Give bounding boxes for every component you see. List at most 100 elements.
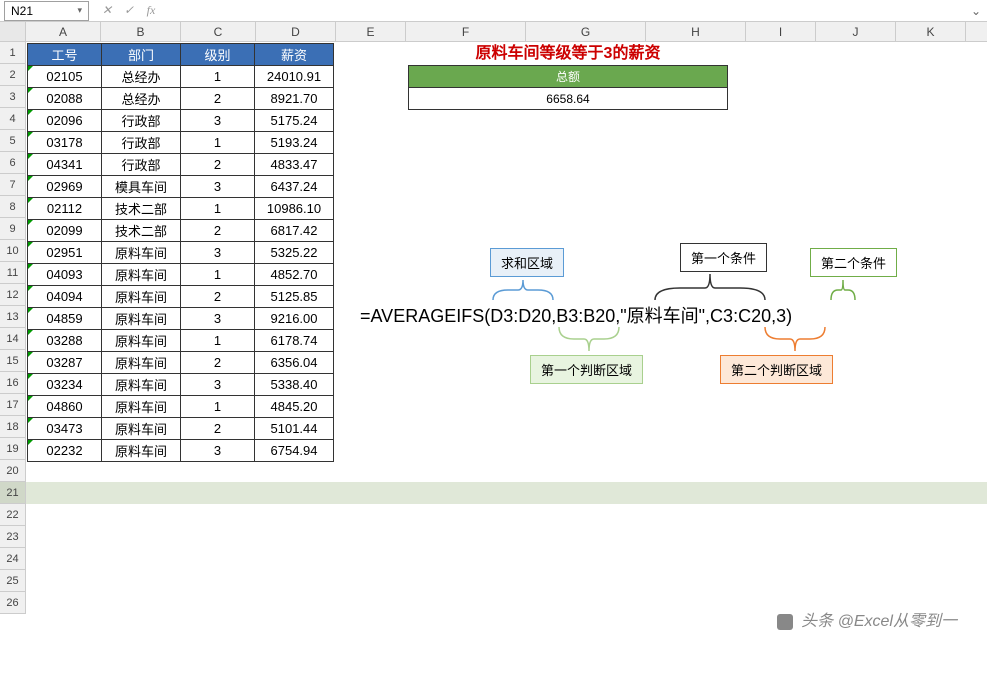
cell-salary[interactable]: 6817.42 <box>255 220 334 242</box>
cell-salary[interactable]: 6754.94 <box>255 440 334 462</box>
cell-id[interactable]: 03178 <box>28 132 102 154</box>
cell-dept[interactable]: 总经办 <box>102 66 181 88</box>
cell-salary[interactable]: 4833.47 <box>255 154 334 176</box>
row-header-13[interactable]: 13 <box>0 306 26 328</box>
cell-salary[interactable]: 6437.24 <box>255 176 334 198</box>
cell-id[interactable]: 02232 <box>28 440 102 462</box>
row-header-20[interactable]: 20 <box>0 460 26 482</box>
col-header-B[interactable]: B <box>101 22 181 41</box>
cell-level[interactable]: 3 <box>181 110 255 132</box>
row-header-9[interactable]: 9 <box>0 218 26 240</box>
col-header-G[interactable]: G <box>526 22 646 41</box>
cell-id[interactable]: 02099 <box>28 220 102 242</box>
select-all-corner[interactable] <box>0 22 26 41</box>
cell-dept[interactable]: 总经办 <box>102 88 181 110</box>
cell-salary[interactable]: 5175.24 <box>255 110 334 132</box>
cell-id[interactable]: 03473 <box>28 418 102 440</box>
col-header-H[interactable]: H <box>646 22 746 41</box>
col-header-J[interactable]: J <box>816 22 896 41</box>
cell-level[interactable]: 1 <box>181 198 255 220</box>
col-header-A[interactable]: A <box>26 22 101 41</box>
row-header-4[interactable]: 4 <box>0 108 26 130</box>
cell-dept[interactable]: 行政部 <box>102 110 181 132</box>
cell-salary[interactable]: 5101.44 <box>255 418 334 440</box>
cell-level[interactable]: 2 <box>181 154 255 176</box>
row-header-11[interactable]: 11 <box>0 262 26 284</box>
cell-level[interactable]: 3 <box>181 440 255 462</box>
row-header-23[interactable]: 23 <box>0 526 26 548</box>
cell-level[interactable]: 1 <box>181 132 255 154</box>
cell-id[interactable]: 02105 <box>28 66 102 88</box>
row-header-15[interactable]: 15 <box>0 350 26 372</box>
cell-level[interactable]: 1 <box>181 330 255 352</box>
cell-id[interactable]: 04094 <box>28 286 102 308</box>
cell-dept[interactable]: 行政部 <box>102 132 181 154</box>
cell-dept[interactable]: 原料车间 <box>102 286 181 308</box>
row-header-25[interactable]: 25 <box>0 570 26 592</box>
cell-dept[interactable]: 模具车间 <box>102 176 181 198</box>
cancel-icon[interactable]: ✕ <box>97 3 117 18</box>
cell-dept[interactable]: 行政部 <box>102 154 181 176</box>
cell-salary[interactable]: 5325.22 <box>255 242 334 264</box>
row-header-26[interactable]: 26 <box>0 592 26 614</box>
row-header-3[interactable]: 3 <box>0 86 26 108</box>
cell-salary[interactable]: 5193.24 <box>255 132 334 154</box>
cell-dept[interactable]: 技术二部 <box>102 198 181 220</box>
cell-salary[interactable]: 10986.10 <box>255 198 334 220</box>
row-header-21[interactable]: 21 <box>0 482 26 504</box>
cell-dept[interactable]: 技术二部 <box>102 220 181 242</box>
cell-level[interactable]: 3 <box>181 176 255 198</box>
cell-id[interactable]: 02951 <box>28 242 102 264</box>
cell-id[interactable]: 02969 <box>28 176 102 198</box>
row-header-16[interactable]: 16 <box>0 372 26 394</box>
fx-icon[interactable]: fx <box>141 3 161 18</box>
cell-dept[interactable]: 原料车间 <box>102 352 181 374</box>
cell-dept[interactable]: 原料车间 <box>102 264 181 286</box>
cell-id[interactable]: 02096 <box>28 110 102 132</box>
col-header-C[interactable]: C <box>181 22 256 41</box>
row-header-18[interactable]: 18 <box>0 416 26 438</box>
col-header-K[interactable]: K <box>896 22 966 41</box>
cell-level[interactable]: 2 <box>181 88 255 110</box>
cell-id[interactable]: 04860 <box>28 396 102 418</box>
cell-level[interactable]: 3 <box>181 308 255 330</box>
row-header-17[interactable]: 17 <box>0 394 26 416</box>
chevron-down-icon[interactable]: ▾ <box>77 5 82 16</box>
cell-id[interactable]: 04341 <box>28 154 102 176</box>
enter-icon[interactable]: ✓ <box>119 3 139 18</box>
cell-salary[interactable]: 5338.40 <box>255 374 334 396</box>
cell-dept[interactable]: 原料车间 <box>102 418 181 440</box>
row-header-1[interactable]: 1 <box>0 42 26 64</box>
row-header-10[interactable]: 10 <box>0 240 26 262</box>
cell-salary[interactable]: 6178.74 <box>255 330 334 352</box>
row-header-8[interactable]: 8 <box>0 196 26 218</box>
cell-id[interactable]: 03234 <box>28 374 102 396</box>
cell-dept[interactable]: 原料车间 <box>102 374 181 396</box>
cell-id[interactable]: 03287 <box>28 352 102 374</box>
cell-level[interactable]: 1 <box>181 264 255 286</box>
row-header-6[interactable]: 6 <box>0 152 26 174</box>
cell-dept[interactable]: 原料车间 <box>102 440 181 462</box>
cell-id[interactable]: 02112 <box>28 198 102 220</box>
cell-dept[interactable]: 原料车间 <box>102 242 181 264</box>
row-header-22[interactable]: 22 <box>0 504 26 526</box>
col-header-E[interactable]: E <box>336 22 406 41</box>
cell-id[interactable]: 02088 <box>28 88 102 110</box>
cell-salary[interactable]: 8921.70 <box>255 88 334 110</box>
row-header-19[interactable]: 19 <box>0 438 26 460</box>
cell-level[interactable]: 1 <box>181 396 255 418</box>
cell-salary[interactable]: 6356.04 <box>255 352 334 374</box>
expand-icon[interactable]: ⌄ <box>969 4 987 18</box>
cell-dept[interactable]: 原料车间 <box>102 396 181 418</box>
row-header-7[interactable]: 7 <box>0 174 26 196</box>
cell-salary[interactable]: 9216.00 <box>255 308 334 330</box>
cell-salary[interactable]: 4852.70 <box>255 264 334 286</box>
cell-dept[interactable]: 原料车间 <box>102 308 181 330</box>
cell-level[interactable]: 3 <box>181 374 255 396</box>
col-header-I[interactable]: I <box>746 22 816 41</box>
cell-level[interactable]: 2 <box>181 220 255 242</box>
cell-salary[interactable]: 24010.91 <box>255 66 334 88</box>
cell-level[interactable]: 3 <box>181 242 255 264</box>
cell-salary[interactable]: 5125.85 <box>255 286 334 308</box>
row-header-24[interactable]: 24 <box>0 548 26 570</box>
